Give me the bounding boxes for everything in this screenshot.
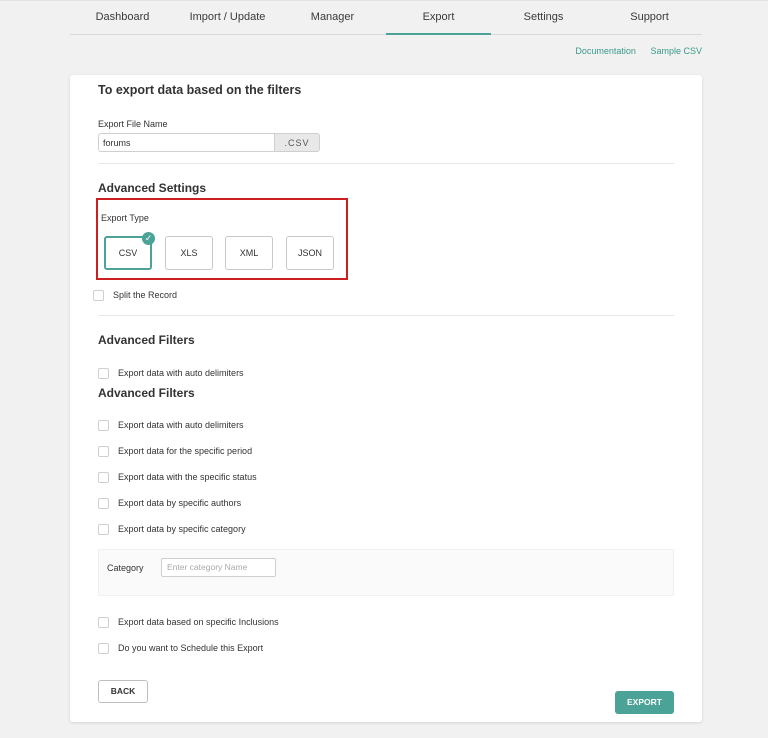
filter-row: Export data for the specific period xyxy=(98,444,252,458)
category-input[interactable]: Enter category Name xyxy=(161,558,276,577)
file-name-label: Export File Name xyxy=(98,119,168,129)
advanced-settings-title: Advanced Settings xyxy=(98,181,207,195)
specific-status-checkbox[interactable] xyxy=(98,471,109,483)
specific-period-checkbox[interactable] xyxy=(98,445,109,457)
filter-row: Export data with auto delimiters xyxy=(98,418,244,432)
help-links: Documentation Sample CSV xyxy=(563,46,702,56)
advanced-filters-title: Advanced Filters xyxy=(98,386,195,400)
export-type-label: Export Type xyxy=(101,213,149,223)
page-title: To export data based on the filters xyxy=(98,83,302,97)
filter-label: Export data by specific category xyxy=(118,524,246,534)
file-extension: .CSV xyxy=(274,133,320,152)
tab-import-update[interactable]: Import / Update xyxy=(175,0,280,34)
divider xyxy=(98,315,674,316)
export-type-xls[interactable]: XLS xyxy=(165,236,213,270)
filter-row: Export data with the specific status xyxy=(98,470,257,484)
filter-row: Export data based on specific Inclusions xyxy=(98,615,279,629)
selected-check-icon: ✓ xyxy=(142,232,155,245)
tab-export[interactable]: Export xyxy=(386,0,491,35)
filter-label: Do you want to Schedule this Export xyxy=(118,643,264,653)
filter-row: Export data with auto delimiters xyxy=(98,366,244,380)
auto-delimiters-checkbox[interactable] xyxy=(98,419,109,431)
back-button[interactable]: BACK xyxy=(98,680,148,703)
tab-settings[interactable]: Settings xyxy=(491,0,596,34)
filter-label: Export data by specific authors xyxy=(118,498,242,508)
filter-label: Export data with auto delimiters xyxy=(118,368,244,378)
filter-label: Export data with auto delimiters xyxy=(118,420,244,430)
filter-label: Export data based on specific Inclusions xyxy=(118,617,279,627)
specific-authors-checkbox[interactable] xyxy=(98,497,109,509)
export-card: To export data based on the filters Expo… xyxy=(70,75,702,722)
category-label: Category xyxy=(107,563,144,573)
advanced-filters-title: Advanced Filters xyxy=(98,333,195,347)
split-record-row: Split the Record xyxy=(93,288,177,302)
tab-manager[interactable]: Manager xyxy=(280,0,385,34)
tab-support[interactable]: Support xyxy=(597,0,702,34)
main-nav: Dashboard Import / Update Manager Export… xyxy=(70,0,702,35)
file-name-input[interactable]: forums xyxy=(98,133,274,152)
auto-delimiters-checkbox[interactable] xyxy=(98,367,109,379)
split-record-checkbox[interactable] xyxy=(93,289,104,301)
inclusions-checkbox[interactable] xyxy=(98,616,109,628)
divider xyxy=(98,163,674,164)
filter-row: Do you want to Schedule this Export xyxy=(98,641,263,655)
export-button[interactable]: EXPORT xyxy=(615,691,674,714)
sample-csv-link[interactable]: Sample CSV xyxy=(650,46,702,56)
specific-category-checkbox[interactable] xyxy=(98,523,109,535)
split-record-label: Split the Record xyxy=(113,290,178,300)
export-type-json[interactable]: JSON xyxy=(286,236,334,270)
export-type-xml[interactable]: XML xyxy=(225,236,273,270)
documentation-link[interactable]: Documentation xyxy=(575,46,636,56)
schedule-checkbox[interactable] xyxy=(98,642,109,654)
filter-row: Export data by specific authors xyxy=(98,496,241,510)
filter-label: Export data for the specific period xyxy=(118,446,253,456)
tab-dashboard[interactable]: Dashboard xyxy=(70,0,175,34)
filter-label: Export data with the specific status xyxy=(118,472,257,482)
filter-row: Export data by specific category xyxy=(98,522,246,536)
